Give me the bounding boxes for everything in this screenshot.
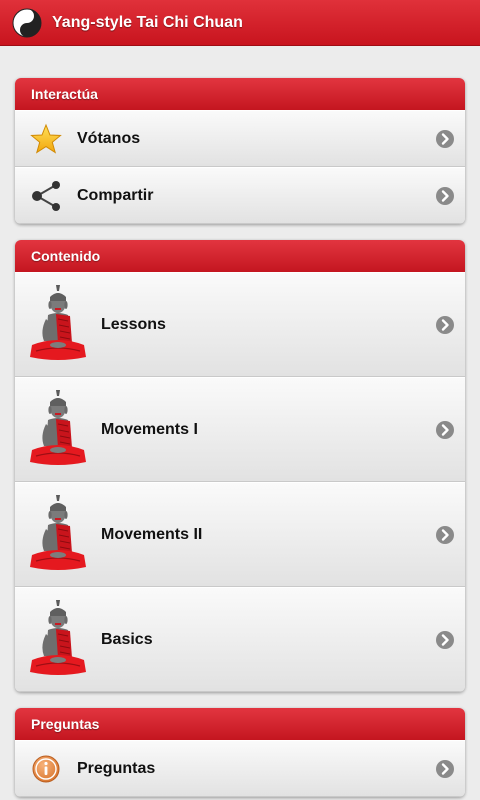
chevron-right-icon [435,630,455,650]
menu-item-compartir[interactable]: Compartir [15,167,465,224]
star-icon [15,123,77,155]
section-header: Contenido [15,240,465,272]
buddha-icon [15,388,101,472]
chevron-right-icon [435,186,455,206]
section-header: Preguntas [15,708,465,740]
app-bar: Yang-style Tai Chi Chuan [0,0,480,46]
section-header: Interactúa [15,78,465,110]
section-contenido: Contenido Lessons Movements I Movements … [15,240,465,692]
chevron-right-icon [435,759,455,779]
app-title: Yang-style Tai Chi Chuan [52,13,243,31]
menu-item-label: Movements I [101,420,198,438]
menu-item-movements-1[interactable]: Movements I [15,377,465,482]
chevron-right-icon [435,129,455,149]
chevron-right-icon [435,525,455,545]
menu-item-label: Basics [101,630,153,648]
menu-item-label: Lessons [101,315,166,333]
buddha-icon [15,598,101,682]
section-preguntas: Preguntas Preguntas [15,708,465,797]
share-icon [15,179,77,213]
menu-item-label: Movements II [101,525,203,543]
info-icon [15,754,77,784]
section-interactua: Interactúa Vótanos Compartir [15,78,465,224]
menu-item-label: Preguntas [77,759,156,777]
menu-item-label: Compartir [77,186,154,204]
buddha-icon [15,493,101,577]
buddha-icon [15,283,101,367]
chevron-right-icon [435,315,455,335]
yin-yang-icon[interactable] [12,8,42,38]
menu-item-lessons[interactable]: Lessons [15,272,465,377]
chevron-right-icon [435,420,455,440]
menu-item-movements-2[interactable]: Movements II [15,482,465,587]
menu-item-preguntas[interactable]: Preguntas [15,740,465,797]
menu-item-basics[interactable]: Basics [15,587,465,692]
menu-item-label: Vótanos [77,129,141,147]
menu-item-votanos[interactable]: Vótanos [15,110,465,167]
content-scroll[interactable]: Interactúa Vótanos Compartir Contenido L… [0,46,480,800]
